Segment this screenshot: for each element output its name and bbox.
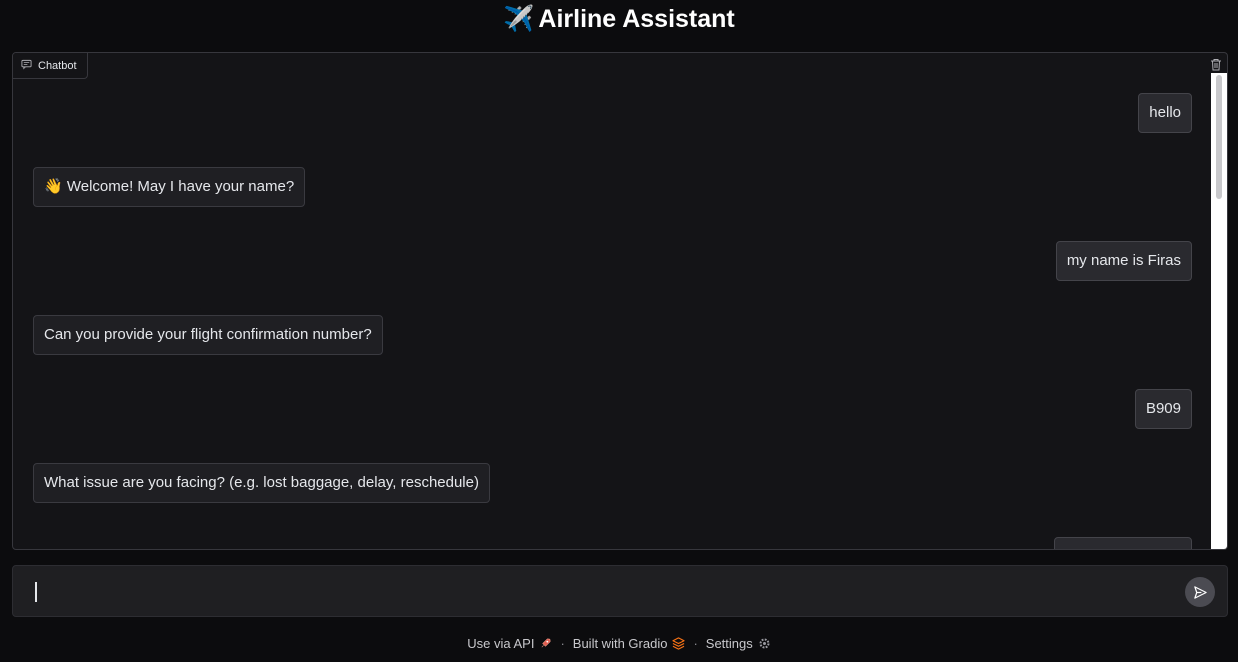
user-message [1054, 537, 1192, 549]
chatbot-panel: Chatbot hello 👋 Welcome! May I have your… [12, 52, 1228, 550]
settings-label: Settings [705, 635, 753, 651]
chat-scrollbar-thumb[interactable] [1216, 75, 1222, 199]
footer: Use via API · Built with Gradio · Settin… [0, 632, 1238, 654]
bot-message: Can you provide your flight confirmation… [33, 315, 383, 355]
send-button[interactable] [1185, 577, 1215, 607]
gradio-logo-icon [672, 636, 686, 650]
user-message: B909 [1134, 389, 1192, 429]
gear-icon [759, 637, 770, 649]
bot-message: 👋 Welcome! May I have your name? [33, 167, 306, 207]
built-with-gradio-label: Built with Gradio [572, 635, 668, 651]
chatbot-label-text: Chatbot [38, 59, 77, 72]
footer-separator: · [560, 635, 565, 651]
built-with-gradio-link[interactable]: Built with Gradio [573, 636, 686, 651]
send-icon [1193, 585, 1207, 599]
text-caret [35, 582, 37, 602]
settings-link[interactable]: Settings [706, 636, 771, 651]
page-title: ✈️ Airline Assistant [0, 4, 1238, 34]
clear-chat-button[interactable] [1207, 55, 1225, 73]
user-message: hello [1138, 93, 1192, 133]
rocket-icon [542, 638, 551, 647]
chat-scrollbar[interactable] [1211, 73, 1227, 549]
footer-separator: · [693, 635, 698, 651]
use-via-api-link[interactable]: Use via API [467, 636, 552, 651]
app-title-text: Airline Assistant [538, 5, 735, 33]
bot-message: What issue are you facing? (e.g. lost ba… [33, 463, 490, 503]
chatbot-label: Chatbot [13, 53, 88, 79]
use-via-api-label: Use via API [467, 635, 535, 651]
airplane-icon: ✈️ [503, 5, 535, 33]
message-input[interactable] [12, 565, 1228, 617]
trash-icon [1211, 58, 1221, 70]
chat-bubble-icon [21, 59, 32, 73]
user-message: my name is Firas [1055, 241, 1192, 281]
